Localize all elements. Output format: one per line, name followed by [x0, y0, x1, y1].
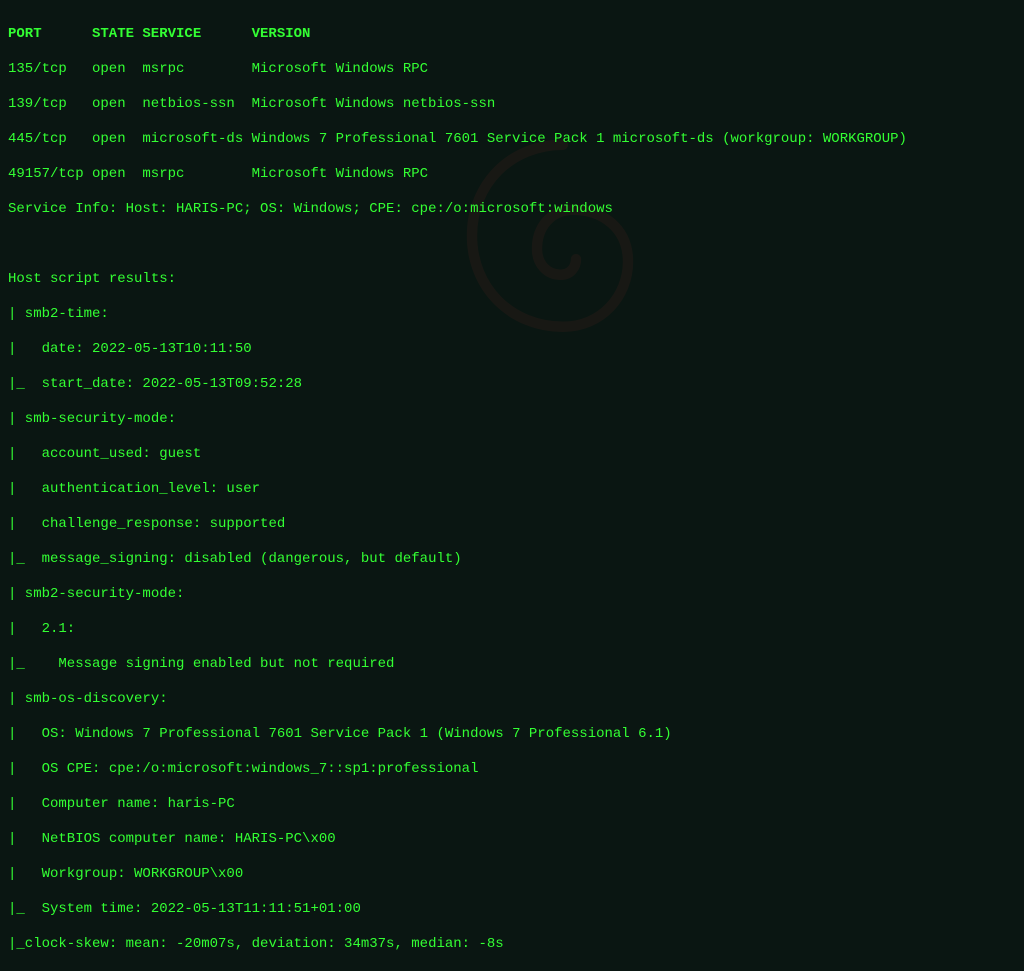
version-cell: Microsoft Windows netbios-ssn [252, 96, 496, 114]
port-row: 445/tcpopen microsoft-dsWindows 7 Profes… [8, 131, 1016, 149]
script-line: |_ Message signing enabled but not requi… [8, 656, 1016, 674]
service-cell: netbios-ssn [142, 96, 251, 114]
script-line: | authentication_level: user [8, 481, 1016, 499]
header-port: PORT [8, 26, 92, 44]
port-row: 49157/tcpopen msrpcMicrosoft Windows RPC [8, 166, 1016, 184]
script-clock-skew: |_clock-skew: mean: -20m07s, deviation: … [8, 936, 1016, 954]
port-row: 135/tcpopen msrpcMicrosoft Windows RPC [8, 61, 1016, 79]
port-cell: 135/tcp [8, 61, 92, 79]
script-line: |_ start_date: 2022-05-13T09:52:28 [8, 376, 1016, 394]
service-info-line: Service Info: Host: HARIS-PC; OS: Window… [8, 201, 1016, 219]
script-smb2-time: | smb2-time: [8, 306, 1016, 324]
script-line: | 2.1: [8, 621, 1016, 639]
header-state: STATE [92, 26, 134, 44]
state-cell: open [92, 96, 134, 114]
script-smb-os-discovery: | smb-os-discovery: [8, 691, 1016, 709]
script-line: | Workgroup: WORKGROUP\x00 [8, 866, 1016, 884]
version-cell: Windows 7 Professional 7601 Service Pack… [252, 131, 907, 149]
header-service: SERVICE [142, 26, 251, 44]
version-cell: Microsoft Windows RPC [252, 61, 428, 79]
port-cell: 139/tcp [8, 96, 92, 114]
header-version: VERSION [252, 26, 311, 44]
terminal-output: PORTSTATE SERVICEVERSION 135/tcpopen msr… [8, 8, 1016, 971]
script-smb2-security-mode: | smb2-security-mode: [8, 586, 1016, 604]
port-row: 139/tcpopen netbios-ssnMicrosoft Windows… [8, 96, 1016, 114]
port-cell: 445/tcp [8, 131, 92, 149]
script-line: | NetBIOS computer name: HARIS-PC\x00 [8, 831, 1016, 849]
script-line: | OS: Windows 7 Professional 7601 Servic… [8, 726, 1016, 744]
script-line: | Computer name: haris-PC [8, 796, 1016, 814]
version-cell: Microsoft Windows RPC [252, 166, 428, 184]
script-line: |_ message_signing: disabled (dangerous,… [8, 551, 1016, 569]
blank-line [8, 236, 1016, 254]
script-line: | OS CPE: cpe:/o:microsoft:windows_7::sp… [8, 761, 1016, 779]
service-cell: msrpc [142, 166, 251, 184]
state-cell: open [92, 61, 134, 79]
host-results-header: Host script results: [8, 271, 1016, 289]
state-cell: open [92, 131, 134, 149]
service-cell: microsoft-ds [142, 131, 251, 149]
script-line: | challenge_response: supported [8, 516, 1016, 534]
port-cell: 49157/tcp [8, 166, 92, 184]
state-cell: open [92, 166, 134, 184]
script-smb-security-mode: | smb-security-mode: [8, 411, 1016, 429]
script-line: |_ System time: 2022-05-13T11:11:51+01:0… [8, 901, 1016, 919]
service-cell: msrpc [142, 61, 251, 79]
port-table-header: PORTSTATE SERVICEVERSION [8, 26, 1016, 44]
script-line: | date: 2022-05-13T10:11:50 [8, 341, 1016, 359]
script-line: | account_used: guest [8, 446, 1016, 464]
